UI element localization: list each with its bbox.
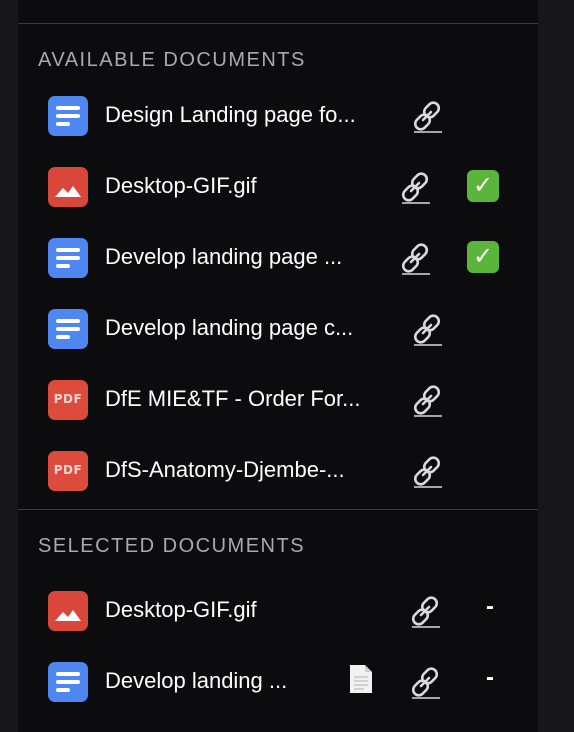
google-doc-icon <box>48 96 88 136</box>
available-document-row[interactable]: PDF DfE MIE&TF - Order For... <box>0 370 574 430</box>
check-mark-icon: ✓ <box>467 170 499 202</box>
document-name: Desktop-GIF.gif <box>105 173 257 198</box>
page-icon <box>350 665 372 693</box>
remove-button[interactable]: - <box>486 664 494 692</box>
google-doc-icon <box>48 238 88 278</box>
pdf-file-icon: PDF <box>48 451 88 491</box>
pdf-label: PDF <box>53 463 83 477</box>
image-mountain-icon <box>55 186 81 197</box>
document-name: Design Landing page fo... <box>105 102 356 127</box>
document-name: Develop landing ... <box>105 668 288 693</box>
link-icon[interactable] <box>410 99 444 133</box>
image-file-icon <box>48 167 88 207</box>
section-divider <box>18 509 538 510</box>
image-file-icon <box>48 591 88 631</box>
google-doc-icon <box>48 309 88 349</box>
link-icon[interactable] <box>398 170 432 204</box>
link-icon[interactable] <box>408 665 442 699</box>
available-document-row[interactable]: Design Landing page fo... <box>0 86 574 146</box>
link-icon[interactable] <box>398 241 432 275</box>
document-name: DfE MIE&TF - Order For... <box>105 386 361 411</box>
image-mountain-icon <box>55 610 81 621</box>
available-document-row[interactable]: PDF DfS-Anatomy-Djembe-... <box>0 441 574 501</box>
document-name: DfS-Anatomy-Djembe-... <box>105 457 345 482</box>
document-name: Develop landing page ... <box>105 244 343 269</box>
pdf-label: PDF <box>53 392 83 406</box>
remove-button[interactable]: - <box>486 593 494 621</box>
google-doc-icon <box>48 662 88 702</box>
pdf-file-icon: PDF <box>48 380 88 420</box>
link-icon[interactable] <box>410 454 444 488</box>
selected-document-row[interactable]: Develop landing ... - <box>0 652 574 712</box>
selected-document-row[interactable]: Desktop-GIF.gif - <box>0 581 574 641</box>
top-divider <box>18 23 538 24</box>
available-document-row[interactable]: Desktop-GIF.gif ✓ <box>0 157 574 217</box>
check-mark-icon: ✓ <box>467 241 499 273</box>
available-documents-title: AVAILABLE DOCUMENTS <box>38 49 306 71</box>
available-document-row[interactable]: Develop landing page c... <box>0 299 574 359</box>
link-icon[interactable] <box>408 594 442 628</box>
link-icon[interactable] <box>410 383 444 417</box>
selected-documents-title: SELECTED DOCUMENTS <box>38 535 306 557</box>
document-name: Develop landing page c... <box>105 315 354 340</box>
link-icon[interactable] <box>410 312 444 346</box>
document-name: Desktop-GIF.gif <box>105 597 257 622</box>
available-document-row[interactable]: Develop landing page ... ✓ <box>0 228 574 288</box>
